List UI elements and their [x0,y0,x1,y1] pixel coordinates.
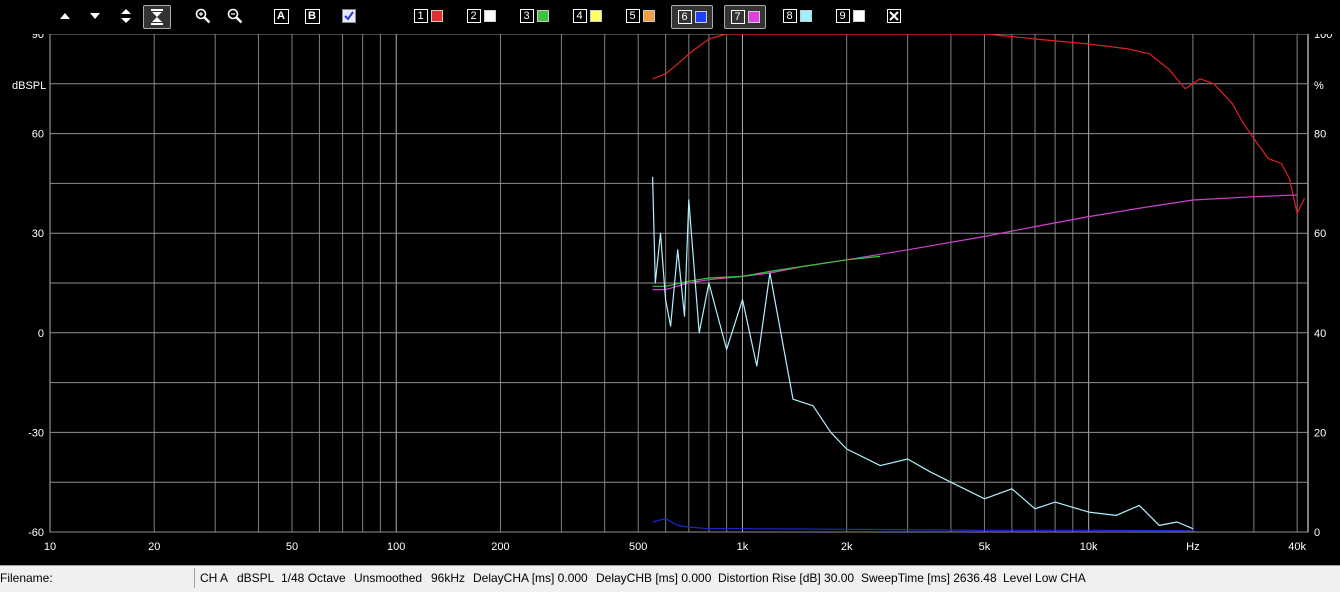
channel-number: 6 [677,10,692,24]
octave-label: 1/48 Octave [281,571,346,585]
arrow-up-icon [60,13,70,19]
channel-number: 8 [782,9,797,23]
compress-vertical-icon [151,9,163,25]
channel-4-button[interactable]: 4 [567,5,607,27]
sweep-label: SweepTime [ms] 2636.48 [861,571,997,585]
zoom-in-button[interactable] [193,5,213,27]
x-tick-label: 10 [44,541,56,553]
arrow-down-button[interactable] [86,5,104,27]
status-separator [194,568,195,588]
y-left-tick-label: -30 [28,427,44,439]
y-left-axis-label: dBSPL [12,80,46,92]
level-label: Level Low CHA [1003,571,1086,585]
y-right-tick-label: 60 [1314,228,1326,240]
x-tick-label: 100 [387,541,405,553]
zoom-out-button[interactable] [225,5,245,27]
x-tick-label: 2k [841,541,853,553]
y-right-tick-label: 0 [1314,527,1320,539]
channel-5-button[interactable]: 5 [620,5,660,27]
arrow-down-icon [90,13,100,19]
channel-9-button[interactable]: 9 [830,5,870,27]
channel-number: 2 [466,9,481,23]
filename-label: Filename: [0,571,53,585]
close-button[interactable] [885,5,903,27]
channel-number: 5 [625,9,640,23]
frequency-response-chart: 10 20 50 100 200 500 1k 2k 5k 10k Hz 40k9060300-30-… [12,29,1332,553]
channel-number: 7 [730,10,745,24]
y-left-tick-label: -60 [28,527,44,539]
channel-b-button[interactable]: B [303,5,321,27]
delay-a-label: DelayCHA [ms] 0.000 [473,571,588,585]
smoothing-label: Unsmoothed [354,571,423,585]
y-right-tick-label: 20 [1314,427,1326,439]
letter-label: B [304,8,320,24]
y-right-tick-label: 40 [1314,328,1326,340]
y-left-tick-label: 60 [32,129,44,141]
distortion-label: Distortion Rise [dB] 30.00 [718,571,855,585]
channel-number: 1 [413,9,428,23]
rate-label: 96kHz [431,571,466,585]
channel-number: 9 [835,9,850,23]
unit-label: dBSPL [237,571,275,585]
channel-number: 4 [572,9,587,23]
channel-2-button[interactable]: 2 [461,5,501,27]
x-tick-label: 40k [1288,541,1306,553]
compress-vertical-button[interactable] [143,5,171,29]
channel-1-button[interactable]: 1 [408,5,448,27]
channel-number: 3 [519,9,534,23]
x-tick-label: 200 [491,541,509,553]
channel-3-button[interactable]: 3 [514,5,554,27]
y-left-tick-label: 30 [32,228,44,240]
channel-label: CH A [200,571,229,585]
x-tick-label: 500 [629,541,647,553]
x-tick-label: 10k [1080,541,1098,553]
channel-color-swatch [694,11,707,23]
channel-color-swatch [483,10,496,22]
channel-8-button[interactable]: 8 [777,5,817,27]
delay-b-label: DelayCHB [ms] 0.000 [596,571,712,585]
y-right-tick-label: 80 [1314,129,1326,141]
channel-color-swatch [589,10,602,22]
x-tick-label: 5k [979,541,991,553]
x-tick-label: Hz [1186,541,1199,553]
x-tick-label: 1k [737,541,749,553]
status-bar: Filename: CH A dBSPL 1/48 Octave Unsmoot… [0,565,1340,592]
expand-vertical-icon [121,9,131,23]
x-tick-label: 20 [148,541,160,553]
channel-color-swatch [642,10,655,22]
letter-label: A [273,8,289,24]
y-right-axis-label: % [1314,80,1324,92]
toolbar: AB 1 2 3 4 5 6 7 8 9 [0,0,1340,34]
channel-color-swatch [852,10,865,22]
channel-7-button[interactable]: 7 [724,5,766,29]
channel-color-swatch [536,10,549,22]
checkbox-icon[interactable] [340,5,358,27]
channel-color-swatch [747,11,760,23]
channel-color-swatch [799,10,812,22]
channel-color-swatch [430,10,443,22]
channel-6-button[interactable]: 6 [671,5,713,29]
expand-vertical-button[interactable] [117,5,135,27]
arrow-up-button[interactable] [56,5,74,27]
y-left-tick-label: 0 [38,328,44,340]
x-tick-label: 50 [286,541,298,553]
channel-a-button[interactable]: A [272,5,290,27]
